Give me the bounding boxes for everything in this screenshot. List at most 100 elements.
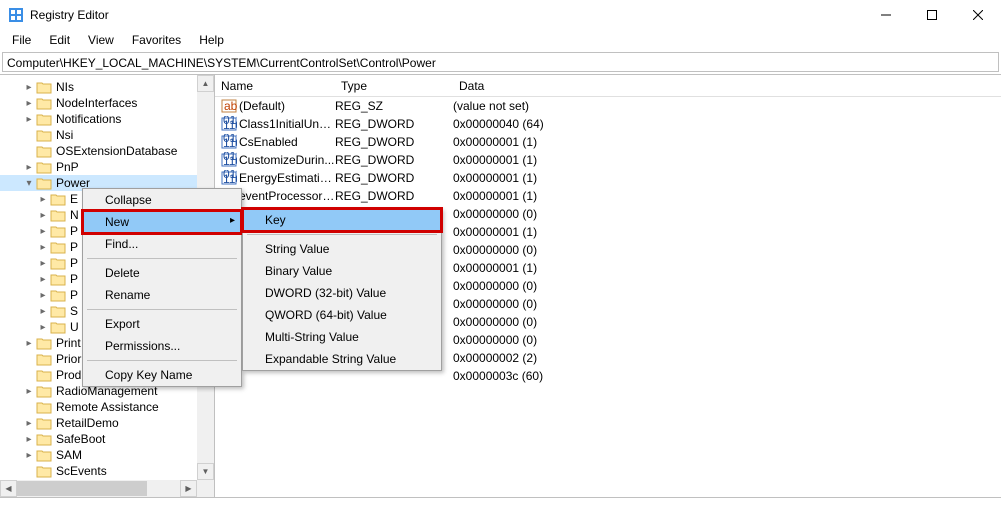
binary-value-icon: 011110 xyxy=(221,152,237,168)
menu-item-string-value[interactable]: String Value xyxy=(243,238,441,260)
chevron-right-icon[interactable] xyxy=(22,386,36,397)
list-row[interactable]: 011110Class1InitialUnp...REG_DWORD0x0000… xyxy=(215,115,1001,133)
menu-bar[interactable]: File Edit View Favorites Help xyxy=(0,30,1001,50)
context-menu[interactable]: CollapseNewFind... DeleteRename ExportPerm… xyxy=(82,188,242,387)
menu-separator xyxy=(87,309,237,310)
folder-icon xyxy=(36,80,52,94)
tree-item-label: PnP xyxy=(54,160,81,174)
chevron-right-icon[interactable] xyxy=(36,290,50,301)
folder-icon xyxy=(36,464,52,478)
folder-icon xyxy=(36,336,52,350)
chevron-right-icon[interactable] xyxy=(36,274,50,285)
scroll-up-icon[interactable]: ▲ xyxy=(197,75,214,92)
chevron-right-icon[interactable] xyxy=(36,226,50,237)
chevron-right-icon[interactable] xyxy=(36,306,50,317)
folder-icon xyxy=(36,144,52,158)
column-type[interactable]: Type xyxy=(335,77,453,95)
menu-item-binary-value[interactable]: Binary Value xyxy=(243,260,441,282)
chevron-right-icon[interactable] xyxy=(36,322,50,333)
menu-item-new[interactable]: New xyxy=(83,211,241,233)
folder-icon xyxy=(36,384,52,398)
menu-item-copy-key-name[interactable]: Copy Key Name xyxy=(83,364,241,386)
menu-item-multi-string-value[interactable]: Multi-String Value xyxy=(243,326,441,348)
column-name[interactable]: Name xyxy=(215,77,335,95)
chevron-right-icon[interactable] xyxy=(22,162,36,173)
chevron-right-icon[interactable] xyxy=(22,418,36,429)
tree-item[interactable]: ScEvents xyxy=(0,463,214,479)
menu-item-rename[interactable]: Rename xyxy=(83,284,241,306)
tree-item[interactable]: PnP xyxy=(0,159,214,175)
tree-item[interactable]: NodeInterfaces xyxy=(0,95,214,111)
folder-icon xyxy=(36,416,52,430)
chevron-right-icon[interactable] xyxy=(22,98,36,109)
folder-icon xyxy=(36,448,52,462)
address-bar[interactable]: Computer\HKEY_LOCAL_MACHINE\SYSTEM\Curre… xyxy=(2,52,999,72)
window-title: Registry Editor xyxy=(30,8,863,22)
menu-item-dword-32-bit-value[interactable]: DWORD (32-bit) Value xyxy=(243,282,441,304)
tree-item[interactable]: Notifications xyxy=(0,111,214,127)
cell-data: 0x00000000 (0) xyxy=(453,243,1001,257)
chevron-right-icon[interactable] xyxy=(36,210,50,221)
menu-separator xyxy=(87,360,237,361)
column-data[interactable]: Data xyxy=(453,77,1001,95)
tree-item-label: Notifications xyxy=(54,112,123,126)
tree-item[interactable]: OSExtensionDatabase xyxy=(0,143,214,159)
menu-item-key[interactable]: Key xyxy=(243,209,441,231)
list-header[interactable]: Name Type Data xyxy=(215,75,1001,97)
tree-item[interactable]: NIs xyxy=(0,79,214,95)
binary-value-icon: 011110 xyxy=(221,170,237,186)
chevron-down-icon[interactable] xyxy=(22,178,36,189)
menu-file[interactable]: File xyxy=(4,31,39,49)
list-row[interactable]: ab(Default)REG_SZ(value not set) xyxy=(215,97,1001,115)
folder-icon xyxy=(36,368,52,382)
tree-item[interactable]: Remote Assistance xyxy=(0,399,214,415)
tree-item[interactable]: Nsi xyxy=(0,127,214,143)
maximize-button[interactable] xyxy=(909,0,955,30)
tree-item[interactable]: SAM xyxy=(0,447,214,463)
tree-scrollbar-horizontal[interactable]: ◀ ▶ xyxy=(0,480,197,497)
chevron-right-icon[interactable] xyxy=(22,114,36,125)
list-row[interactable]: 011110CustomizeDurin...REG_DWORD0x000000… xyxy=(215,151,1001,169)
menu-item-export[interactable]: Export xyxy=(83,313,241,335)
chevron-right-icon[interactable] xyxy=(36,258,50,269)
tree-item-label: ScEvents xyxy=(54,464,109,478)
minimize-button[interactable] xyxy=(863,0,909,30)
chevron-right-icon[interactable] xyxy=(36,242,50,253)
context-submenu-new[interactable]: Key String ValueBinary ValueDWORD (32-bit… xyxy=(242,208,442,371)
list-row[interactable]: 011110CsEnabledREG_DWORD0x00000001 (1) xyxy=(215,133,1001,151)
cell-data: (value not set) xyxy=(453,99,1001,113)
menu-item-delete[interactable]: Delete xyxy=(83,262,241,284)
menu-help[interactable]: Help xyxy=(191,31,232,49)
svg-text:ab: ab xyxy=(224,99,237,113)
menu-view[interactable]: View xyxy=(80,31,122,49)
chevron-right-icon[interactable] xyxy=(22,82,36,93)
chevron-right-icon[interactable] xyxy=(22,450,36,461)
cell-name: eventProcessorE... xyxy=(239,189,335,203)
chevron-right-icon[interactable] xyxy=(36,194,50,205)
menu-favorites[interactable]: Favorites xyxy=(124,31,189,49)
list-row[interactable]: 011110EnergyEstimatio...REG_DWORD0x00000… xyxy=(215,169,1001,187)
menu-item-qword-64-bit-value[interactable]: QWORD (64-bit) Value xyxy=(243,304,441,326)
chevron-right-icon[interactable] xyxy=(22,434,36,445)
tree-item-label: Remote Assistance xyxy=(54,400,161,414)
tree-item-label: NIs xyxy=(54,80,76,94)
tree-item[interactable]: RetailDemo xyxy=(0,415,214,431)
scroll-left-icon[interactable]: ◀ xyxy=(0,480,17,497)
chevron-right-icon[interactable] xyxy=(22,338,36,349)
menu-item-find[interactable]: Find... xyxy=(83,233,241,255)
list-row[interactable]: 011110eventProcessorE...REG_DWORD0x00000… xyxy=(215,187,1001,205)
menu-item-expandable-string-value[interactable]: Expandable String Value xyxy=(243,348,441,370)
tree-item-label: P xyxy=(68,272,80,286)
folder-icon xyxy=(36,400,52,414)
menu-edit[interactable]: Edit xyxy=(41,31,78,49)
close-button[interactable] xyxy=(955,0,1001,30)
svg-text:110: 110 xyxy=(223,172,237,186)
binary-value-icon: 011110 xyxy=(221,116,237,132)
menu-item-permissions[interactable]: Permissions... xyxy=(83,335,241,357)
scroll-down-icon[interactable]: ▼ xyxy=(197,463,214,480)
scroll-right-icon[interactable]: ▶ xyxy=(180,480,197,497)
cell-name: Class1InitialUnp... xyxy=(239,117,335,131)
tree-item[interactable]: SafeBoot xyxy=(0,431,214,447)
menu-item-collapse[interactable]: Collapse xyxy=(83,189,241,211)
scrollbar-thumb[interactable] xyxy=(17,481,147,496)
